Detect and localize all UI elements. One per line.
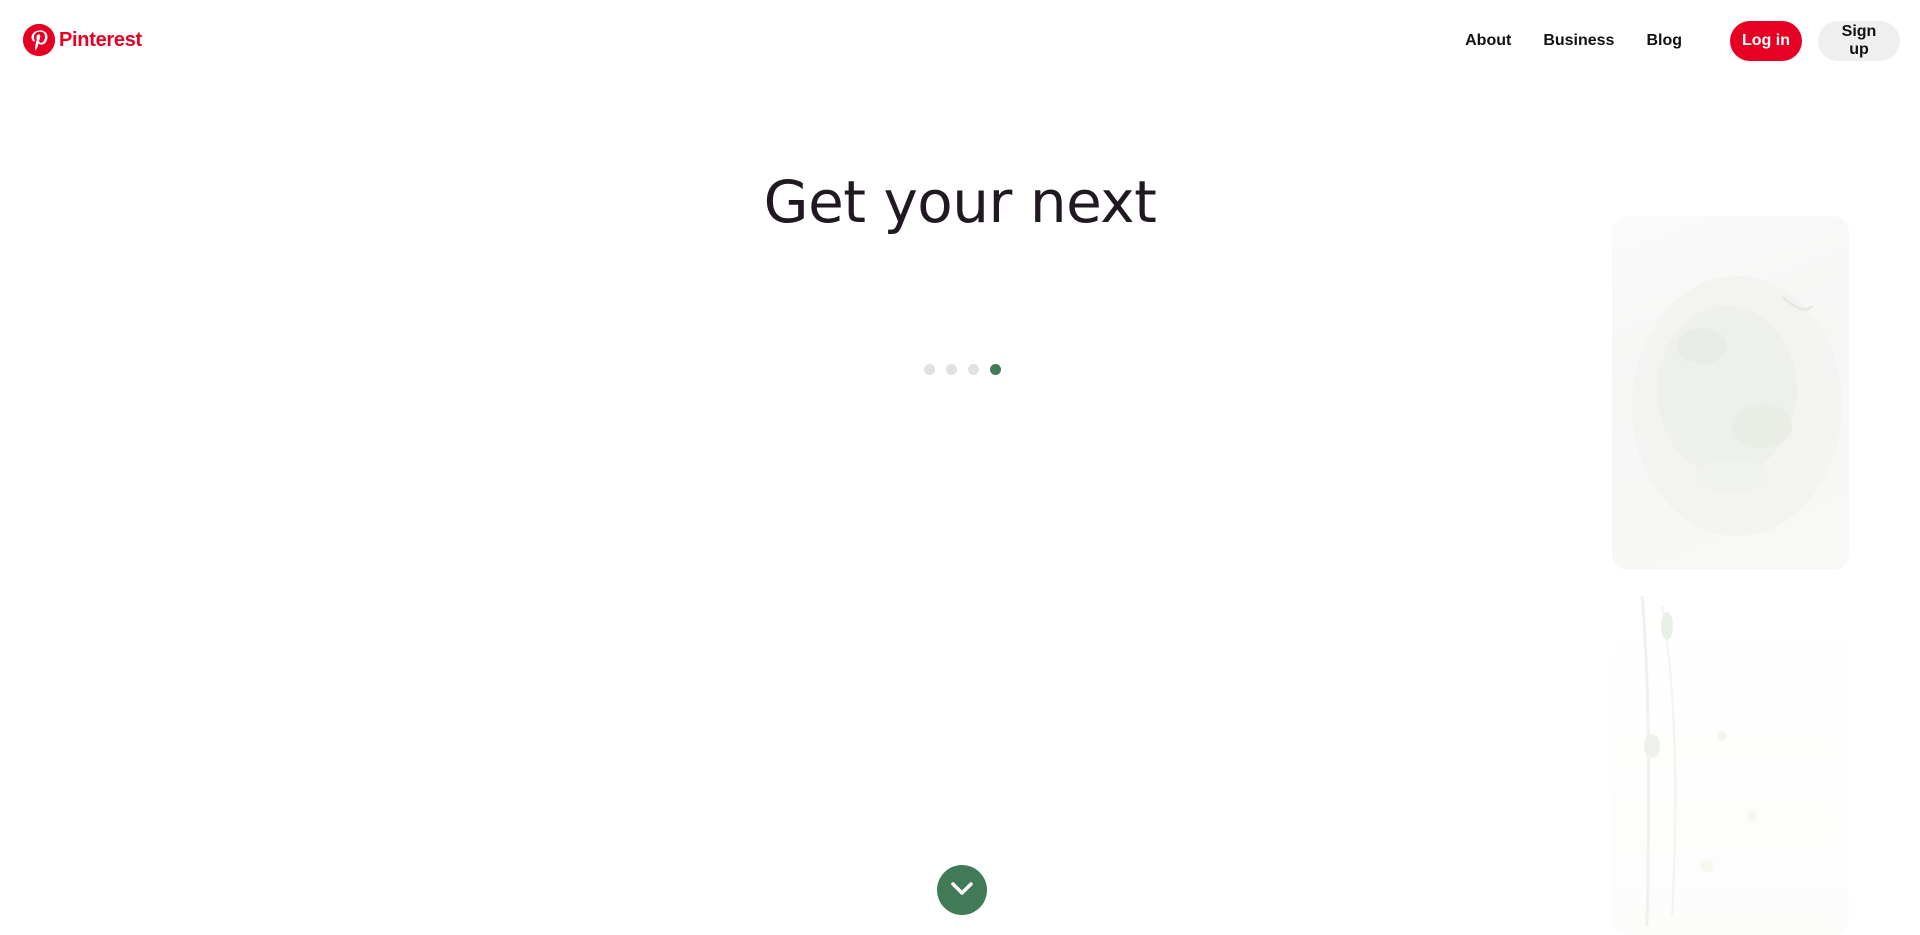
carousel-dots: [924, 364, 1012, 375]
chevron-down-icon: [951, 881, 973, 899]
top-nav-bar: Pinterest About Business Blog Log in Sig…: [0, 0, 1920, 80]
scroll-down-button[interactable]: [937, 865, 987, 915]
carousel-dot-3[interactable]: [968, 364, 979, 375]
pinterest-logo[interactable]: Pinterest: [23, 23, 142, 57]
carousel-dot-2[interactable]: [946, 364, 957, 375]
brand-name: Pinterest: [59, 28, 142, 51]
carousel-dot-4[interactable]: [990, 364, 1001, 375]
pinterest-logo-icon: [23, 24, 55, 56]
carousel-dot-1[interactable]: [924, 364, 935, 375]
nav-business-link[interactable]: Business: [1543, 32, 1614, 50]
nav-about-link[interactable]: About: [1465, 32, 1511, 50]
signup-button[interactable]: Sign up: [1818, 21, 1900, 61]
faded-pin-image-salad: [1612, 216, 1849, 570]
header-nav: About Business Blog Log in Sign up: [1465, 21, 1900, 61]
login-button[interactable]: Log in: [1730, 21, 1802, 61]
nav-blog-link[interactable]: Blog: [1646, 32, 1682, 50]
faded-pin-image-plant: [1612, 586, 1849, 935]
